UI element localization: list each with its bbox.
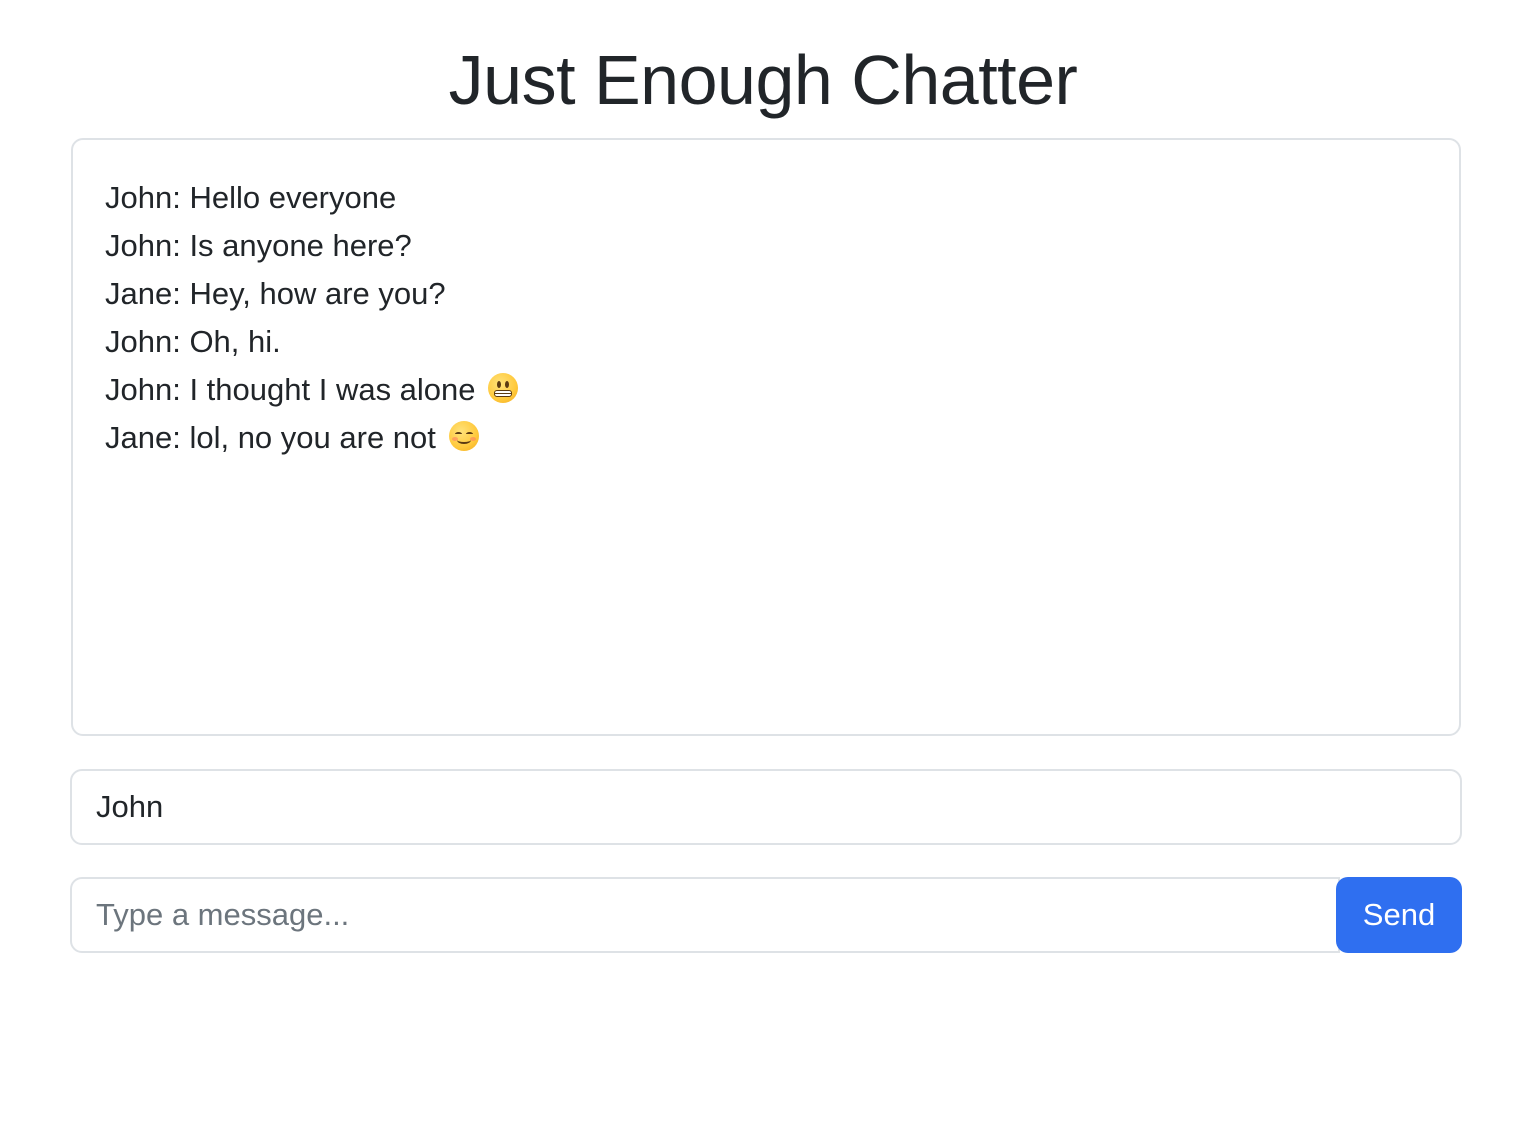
- message-list: John: Hello everyone John: Is anyone her…: [105, 174, 1427, 462]
- chat-message: Jane: Hey, how are you?: [105, 270, 1427, 318]
- send-button[interactable]: Send: [1336, 877, 1462, 953]
- message-text: John: Is anyone here?: [105, 228, 412, 263]
- chat-message: John: Is anyone here?: [105, 222, 1427, 270]
- grimacing-face-icon: [488, 373, 519, 403]
- message-input[interactable]: [70, 877, 1340, 953]
- chat-message: John: Hello everyone: [105, 174, 1427, 222]
- username-input[interactable]: [70, 769, 1462, 845]
- message-text: John: Oh, hi.: [105, 324, 281, 359]
- smiling-face-icon: [448, 421, 479, 451]
- chat-page: Just Enough Chatter John: Hello everyone…: [0, 0, 1526, 1148]
- message-text: John: Hello everyone: [105, 180, 397, 215]
- page-title: Just Enough Chatter: [448, 41, 1078, 119]
- message-text: Jane: Hey, how are you?: [105, 276, 446, 311]
- chat-message: John: I thought I was alone: [105, 366, 1427, 414]
- chat-message: John: Oh, hi.: [105, 318, 1427, 366]
- message-text: John: I thought I was alone: [105, 372, 485, 407]
- chat-message: Jane: lol, no you are not: [105, 414, 1427, 462]
- message-text: Jane: lol, no you are not: [105, 420, 445, 455]
- chat-log[interactable]: John: Hello everyone John: Is anyone her…: [71, 138, 1461, 736]
